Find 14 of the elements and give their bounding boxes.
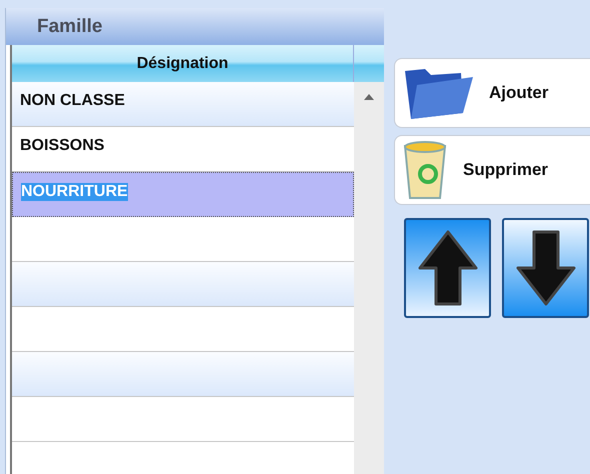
down-arrow-icon <box>514 228 578 308</box>
delete-button[interactable]: Supprimer <box>394 135 590 205</box>
move-up-button[interactable] <box>404 218 491 318</box>
up-arrow-icon <box>416 228 480 308</box>
scroll-up-icon[interactable] <box>364 94 374 100</box>
add-button[interactable]: Ajouter <box>394 58 590 128</box>
table-cell: NON CLASSE <box>20 92 125 110</box>
table-row[interactable]: NON CLASSE <box>12 82 354 127</box>
scrollbar[interactable] <box>354 82 384 474</box>
recycle-bin-icon <box>401 140 449 200</box>
panel-title: Famille <box>37 16 102 38</box>
table-cell: BOISSONS <box>20 137 104 155</box>
move-down-button[interactable] <box>502 218 589 318</box>
table-cell: NOURRITURE <box>21 183 128 201</box>
